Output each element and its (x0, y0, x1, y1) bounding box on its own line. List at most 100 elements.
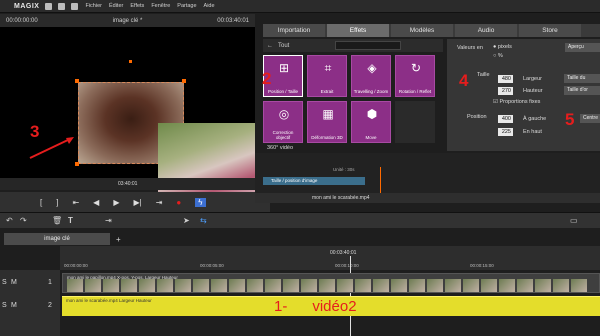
menu-effects[interactable]: Effets (130, 3, 144, 9)
lightning-icon[interactable]: ϟ (195, 197, 206, 207)
pos-y-field[interactable]: 225 (498, 128, 513, 136)
text-icon[interactable]: T (68, 216, 73, 225)
grid-icon: ▦ (322, 107, 334, 121)
tick-label: 00:00:00:00 (64, 263, 88, 268)
center-button[interactable]: Centre (580, 114, 600, 123)
section-360-video[interactable]: 360° vidéo (263, 145, 443, 153)
rotate-icon: ↻ (410, 61, 422, 75)
clip-thumbnail (571, 279, 587, 292)
width-field[interactable]: 480 (498, 75, 513, 83)
effect-move[interactable]: ⬢ Move (351, 101, 391, 143)
unit-percent-radio[interactable]: ○ % (493, 53, 503, 59)
tab-import[interactable]: Importation (263, 24, 325, 37)
height-field[interactable]: 270 (498, 87, 513, 95)
tab-store[interactable]: Store (519, 24, 581, 37)
keyframe-unit: Unité : 30s (333, 167, 355, 172)
clip-thumbnail (175, 279, 191, 292)
mute-icon[interactable]: M (11, 302, 17, 309)
track-headers: S M 1 S M 2 (0, 270, 60, 336)
effects-back-label[interactable]: Tout (278, 43, 289, 49)
undo-icon[interactable]: ↶ (6, 216, 13, 225)
trim-icon[interactable]: ⇆ (200, 216, 207, 225)
effect-label: Position / Taille (268, 89, 298, 94)
tick-label: 00:00:10:00 (335, 263, 359, 268)
preview-monitor[interactable]: 03:40:01 (0, 27, 255, 205)
clip-thumbnail (85, 279, 101, 292)
effects-search-input[interactable] (335, 41, 401, 50)
home-icon[interactable] (45, 2, 53, 10)
record-icon[interactable]: ● (176, 198, 181, 207)
pointer-icon[interactable]: ➤ (183, 216, 190, 225)
menu-share[interactable]: Partage (177, 3, 196, 9)
keyframe-playhead[interactable] (380, 167, 381, 193)
clip-thumbnail (265, 279, 281, 292)
effect-lens-correction[interactable]: ◎ Correction objectif (263, 101, 303, 143)
full-height-button[interactable]: Taille d'or (564, 86, 600, 95)
prev-marker-icon[interactable]: ⇤ (72, 198, 79, 207)
in-point-icon[interactable]: [ (40, 198, 42, 207)
title-bar: MAGIX Fichier Éditer Effets Fenêtre Part… (0, 0, 600, 13)
menu-edit[interactable]: Éditer (109, 3, 123, 9)
track-1-clip[interactable]: mon ami le papillon.mp4 X-pos. Y-pos. La… (62, 273, 600, 293)
clip-thumbnail (103, 279, 119, 292)
track-header-2[interactable]: S M 2 (0, 298, 60, 318)
timeline-ruler[interactable]: 00:03:40:01 00:00:00:00 00:00:05:00 00:0… (60, 246, 600, 336)
save-icon[interactable] (71, 2, 79, 10)
keyframe-track-label[interactable]: Taille / position d'image (263, 177, 365, 185)
keyframe-area: Unité : 30s mon ami le scarabée.mp4 (255, 153, 600, 203)
mute-icon[interactable]: M (11, 279, 17, 286)
clip-thumbnail (463, 279, 479, 292)
width-label: Largeur (523, 76, 542, 82)
empty-tile (395, 101, 435, 143)
effect-travelling-zoom[interactable]: ◈ Travelling / Zoom (351, 55, 391, 97)
next-frame-icon[interactable]: ▶| (133, 198, 141, 207)
handle-tl[interactable] (75, 79, 79, 83)
delete-icon[interactable]: 🗑 (52, 216, 62, 225)
clip-thumbnail (355, 279, 371, 292)
track-header-1[interactable]: S M 1 (0, 275, 60, 295)
clip-thumbnail (337, 279, 353, 292)
play-icon[interactable]: ▶ (113, 198, 119, 207)
tab-templates[interactable]: Modèles (391, 24, 453, 37)
tab-effects[interactable]: Effets (327, 24, 389, 37)
pos-x-field[interactable]: 400 (498, 115, 513, 123)
clip-thumbnail (211, 279, 227, 292)
handle-bl[interactable] (75, 162, 79, 166)
prev-frame-icon[interactable]: ◀ (93, 198, 99, 207)
position-label: Position (467, 114, 487, 120)
menu-window[interactable]: Fenêtre (151, 3, 170, 9)
screen-icon[interactable]: ▭ (570, 216, 578, 225)
track-2-clip[interactable]: mon ami le scarabée.mp4 Largeur Hauteur … (62, 296, 600, 316)
edit-toolbar: ↶ ↷ 🗑 T ⇥ ➤ ⇆ ▭ (0, 212, 600, 228)
next-marker-icon[interactable]: ⇥ (156, 198, 163, 207)
effect-rotation[interactable]: ↻ Rotation / Reflet (395, 55, 435, 97)
clip-thumbnail (445, 279, 461, 292)
back-arrow-icon[interactable]: ← (267, 43, 273, 49)
split-icon[interactable]: ⇥ (105, 216, 112, 225)
preview-timebar[interactable]: 03:40:01 (0, 178, 255, 190)
preview-title: image clé * (112, 17, 143, 24)
handle-tr[interactable] (182, 79, 186, 83)
folder-icon[interactable] (58, 2, 66, 10)
effect-crop[interactable]: ⌗ Extrait (307, 55, 347, 97)
effect-3d-distortion[interactable]: ▦ Déformation 3D (307, 101, 347, 143)
clip-title: mon ami le scarabée.mp4 Largeur Hauteur (66, 298, 152, 303)
out-point-icon[interactable]: ] (56, 198, 58, 207)
unit-pixels-radio[interactable]: ● pixels (493, 44, 512, 50)
handle-top[interactable] (129, 60, 132, 63)
full-width-button[interactable]: Taille du (564, 74, 600, 83)
tab-audio[interactable]: Audio (455, 24, 517, 37)
unit-pixels-label: pixels (497, 44, 512, 50)
annotation-5: 5 (565, 110, 575, 129)
solo-icon[interactable]: S (2, 279, 7, 286)
apercu-button[interactable]: Aperçu (565, 43, 600, 52)
keep-ratio-checkbox[interactable]: ☑ Proportions fixes (493, 99, 540, 105)
effect-label: Move (365, 135, 377, 140)
keyframe-footer: mon ami le scarabée.mp4 (255, 193, 600, 203)
menu-file[interactable]: Fichier (85, 3, 102, 9)
add-project-icon[interactable]: + (116, 235, 121, 244)
menu-help[interactable]: Aide (204, 3, 215, 9)
solo-icon[interactable]: S (2, 302, 7, 309)
redo-icon[interactable]: ↷ (20, 216, 27, 225)
project-tab[interactable]: image clé (4, 233, 110, 245)
